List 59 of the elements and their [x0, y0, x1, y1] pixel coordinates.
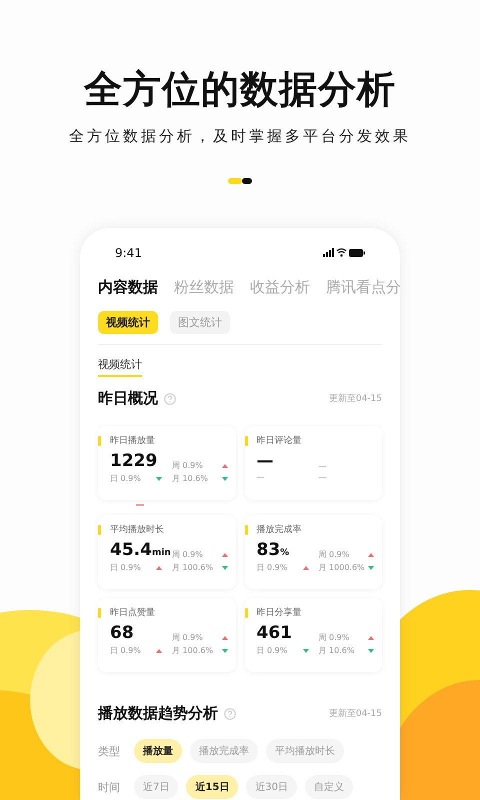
- change-text: 周 0.9%: [318, 549, 350, 560]
- change-text: 周 0.9%: [318, 632, 350, 643]
- card-title: 播放完成率: [256, 524, 302, 536]
- help-icon[interactable]: [224, 708, 236, 720]
- change-text: —: [256, 473, 264, 482]
- change-text: —: [318, 473, 326, 482]
- stat-card[interactable]: 播放完成率 83% 周 0.9% 日 0.9% 月 1000.6%: [244, 515, 382, 589]
- tab[interactable]: 内容数据: [98, 278, 158, 297]
- stat-card[interactable]: 昨日点赞量 68 周 0.9% 日 0.9% 月 100.6%: [98, 598, 236, 672]
- stat-card[interactable]: 昨日分享量 461 周 0.9% 日 0.9% 月 10.6%: [244, 598, 382, 672]
- help-icon[interactable]: [164, 392, 176, 404]
- change-text: 日 0.9%: [256, 562, 288, 573]
- subtitle: 全方位数据分析，及时掌握多平台分发效果: [69, 127, 411, 146]
- headline: 全方位的数据分析: [84, 66, 396, 113]
- indicator-mark: [136, 504, 144, 506]
- change-text: 月 10.6%: [318, 645, 354, 656]
- accent-bar: [98, 436, 101, 446]
- status-icons-drawing: [323, 248, 365, 258]
- stat-value: 45.4min: [110, 540, 172, 560]
- filter-option[interactable]: 播放量: [134, 739, 182, 763]
- change-text: 月 10.6%: [172, 473, 208, 484]
- status-time: 9:41: [115, 246, 142, 260]
- card-title: 昨日播放量: [110, 434, 155, 447]
- accent-bar: [244, 608, 248, 618]
- card-title: 昨日评论量: [256, 434, 302, 447]
- section-title: 昨日概况: [98, 389, 158, 408]
- change-text: 日 0.9%: [110, 473, 141, 484]
- filter-option[interactable]: 近15日: [186, 775, 238, 799]
- accent-bar: [244, 436, 248, 446]
- stat-value: —: [256, 451, 274, 471]
- stat-card[interactable]: 昨日评论量 — — — —: [244, 426, 382, 500]
- filter-label: 时间: [98, 780, 120, 794]
- stat-value: 461: [256, 623, 293, 643]
- change-text: 日 0.9%: [110, 645, 141, 656]
- section-title: 播放数据趋势分析: [98, 704, 218, 723]
- accent-bar: [244, 524, 248, 534]
- change-text: 月 100.6%: [172, 562, 214, 573]
- sub-tab[interactable]: 视频统计: [98, 311, 158, 334]
- accent-bar: [98, 608, 101, 618]
- change-text: 周 0.9%: [172, 632, 203, 643]
- stat-card[interactable]: 昨日播放量 1229 周 0.9% 日 0.9% 月 10.6%: [98, 426, 236, 500]
- change-text: 周 0.9%: [172, 460, 203, 471]
- change-text: 月 1000.6%: [318, 562, 365, 573]
- stat-value: 83%: [256, 540, 290, 560]
- stat-value: 68: [110, 623, 135, 643]
- change-text: 周 0.9%: [172, 549, 203, 560]
- update-date: 更新至04-15: [328, 708, 382, 720]
- change-text: —: [318, 462, 326, 471]
- card-title: 昨日分享量: [256, 606, 302, 619]
- change-text: 日 0.9%: [256, 645, 288, 656]
- accent-bar: [98, 524, 101, 534]
- filter-label: 类型: [98, 744, 120, 758]
- card-title: 平均播放时长: [110, 524, 164, 536]
- card-title: 昨日点赞量: [110, 606, 155, 619]
- section-tab[interactable]: 视频统计: [98, 357, 142, 377]
- change-text: 月 100.6%: [172, 645, 214, 656]
- change-text: 日 0.9%: [110, 562, 141, 573]
- update-date: 更新至04-15: [328, 392, 382, 405]
- stat-value: 1229: [110, 451, 158, 471]
